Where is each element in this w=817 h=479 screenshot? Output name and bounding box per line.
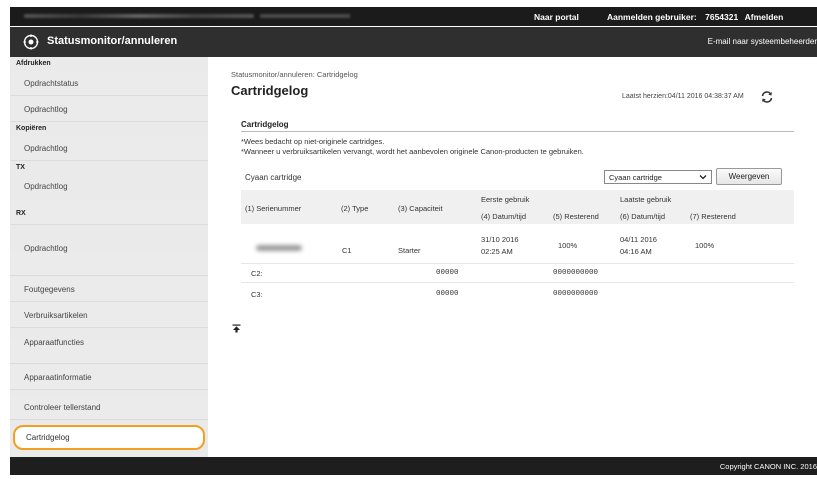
col-last-use: Laatste gebruik [620, 195, 672, 204]
col-last-datetime: (6) Datum/tijd [620, 212, 666, 221]
cartridge-select[interactable]: Cyaan cartridge [604, 170, 712, 184]
col-serial: (1) Serienummer [245, 204, 302, 213]
sidebar-item-label: Apparaatinformatie [24, 373, 92, 382]
view-button-label: Weergeven [728, 172, 770, 181]
cell-first-time: 02:25 AM [481, 247, 513, 256]
sidebar-item-label: Foutgegevens [24, 285, 75, 294]
cell-last-time: 04:16 AM [620, 247, 652, 256]
view-button[interactable]: Weergeven [716, 168, 782, 185]
cell-remaining: 0000000000 [553, 269, 599, 277]
section-title: Cartridgelog [241, 120, 289, 129]
sidebar-item-label: Verbruiksartikelen [24, 311, 88, 320]
sidebar-category-print: Afdrukken [16, 60, 51, 67]
sidebar-item-label: Opdrachtlog [24, 105, 68, 114]
cell-first-date: 31/10 2016 [481, 235, 519, 244]
sidebar-item-job-log-tx[interactable]: Opdrachtlog [10, 182, 208, 225]
chevron-down-icon [699, 175, 707, 180]
cell-type: C3: [251, 290, 263, 299]
section-divider [241, 131, 794, 132]
sidebar: Afdrukken Opdrachtstatus Opdrachtlog Kop… [10, 57, 208, 457]
cell-last-date: 04/11 2016 [620, 235, 657, 244]
note-non-original: *Wees bedacht op niet-originele cartridg… [241, 137, 385, 146]
login-label: Aanmelden gebruiker: [607, 12, 697, 22]
title-bar: Statusmonitor/annuleren E-mail naar syst… [10, 27, 817, 57]
sidebar-item-device-functions[interactable]: Apparaatfuncties [10, 338, 208, 364]
cell-type: C1 [342, 246, 352, 255]
sidebar-item-label: Opdrachtlog [24, 182, 68, 191]
sidebar-item-job-log-copy[interactable]: Opdrachtlog [10, 136, 208, 161]
login-info: Aanmelden gebruiker: 7654321 Afmelden [607, 12, 783, 22]
col-first-datetime: (4) Datum/tijd [481, 212, 527, 221]
sidebar-item-consumables[interactable]: Verbruiksartikelen [10, 303, 208, 328]
col-type: (2) Type [341, 204, 369, 213]
sidebar-item-job-log-print[interactable]: Opdrachtlog [10, 97, 208, 122]
sidebar-item-device-info[interactable]: Apparaatinformatie [10, 365, 208, 390]
col-first-remaining: (5) Resterend [553, 212, 599, 221]
portal-link[interactable]: Naar portal [534, 12, 579, 22]
col-capacity: (3) Capaciteit [398, 204, 443, 213]
device-location-blurred [260, 14, 350, 18]
cell-type: C2: [251, 269, 263, 278]
col-last-remaining: (7) Resterend [690, 212, 736, 221]
main-content: Statusmonitor/annuleren: Cartridgelog Ca… [208, 57, 817, 457]
sidebar-item-label: Opdrachtlog [24, 144, 68, 153]
sidebar-item-job-status[interactable]: Opdrachtstatus [10, 71, 208, 96]
serial-number-blurred [256, 245, 302, 251]
sidebar-item-errors[interactable]: Foutgegevens [10, 277, 208, 302]
device-name-blurred [24, 14, 254, 18]
back-to-top-icon[interactable] [232, 324, 241, 333]
sidebar-item-label: Opdrachtstatus [24, 79, 79, 88]
status-monitor-icon [23, 34, 39, 50]
sidebar-category-tx: TX [16, 164, 25, 171]
sidebar-item-label: Opdrachtlog [24, 244, 68, 253]
sidebar-item-label: Apparaatfuncties [24, 338, 85, 347]
email-admin-link[interactable]: E-mail naar systeembeheerder [708, 37, 817, 46]
col-first-use: Eerste gebruik [481, 195, 530, 204]
sidebar-item-label: Controleer tellerstand [24, 403, 101, 412]
logout-link[interactable]: Afmelden [745, 12, 784, 22]
cartridge-label: Cyaan cartridge [245, 173, 302, 182]
top-bar: Naar portal Aanmelden gebruiker: 7654321… [10, 7, 817, 26]
refresh-icon[interactable] [760, 90, 774, 104]
sidebar-item-counter[interactable]: Controleer tellerstand [10, 395, 208, 420]
copyright: Copyright CANON INC. 2016 [719, 462, 817, 471]
sidebar-category-rx: RX [16, 210, 26, 217]
footer: Copyright CANON INC. 2016 [10, 457, 817, 475]
sidebar-item-cartridge-log[interactable]: Cartridgelog [13, 425, 205, 450]
row-divider [241, 282, 794, 283]
breadcrumb: Statusmonitor/annuleren: Cartridgelog [231, 70, 358, 79]
sidebar-item-label: Cartridgelog [26, 433, 70, 442]
cell-capacity: 00000 [436, 269, 459, 277]
cell-capacity: Starter [398, 246, 421, 255]
sidebar-category-copy: Kopiëren [16, 125, 47, 132]
row-divider [241, 263, 794, 264]
user-id: 7654321 [705, 12, 739, 22]
cell-remaining: 0000000000 [553, 290, 599, 298]
page-header-title: Statusmonitor/annuleren [47, 35, 178, 47]
cell-last-remaining: 100% [695, 241, 715, 250]
note-recommendation: *Wanneer u verbruiksartikelen vervangt, … [241, 147, 584, 156]
cell-first-remaining: 100% [558, 241, 578, 250]
sidebar-item-job-log-rx[interactable]: Opdrachtlog [10, 244, 208, 276]
last-updated: Laatst herzien:04/11 2016 04:38:37 AM [622, 93, 744, 100]
cell-capacity: 00000 [436, 290, 459, 298]
page-title: Cartridgelog [231, 83, 309, 98]
cartridge-select-value: Cyaan cartridge [609, 173, 662, 182]
